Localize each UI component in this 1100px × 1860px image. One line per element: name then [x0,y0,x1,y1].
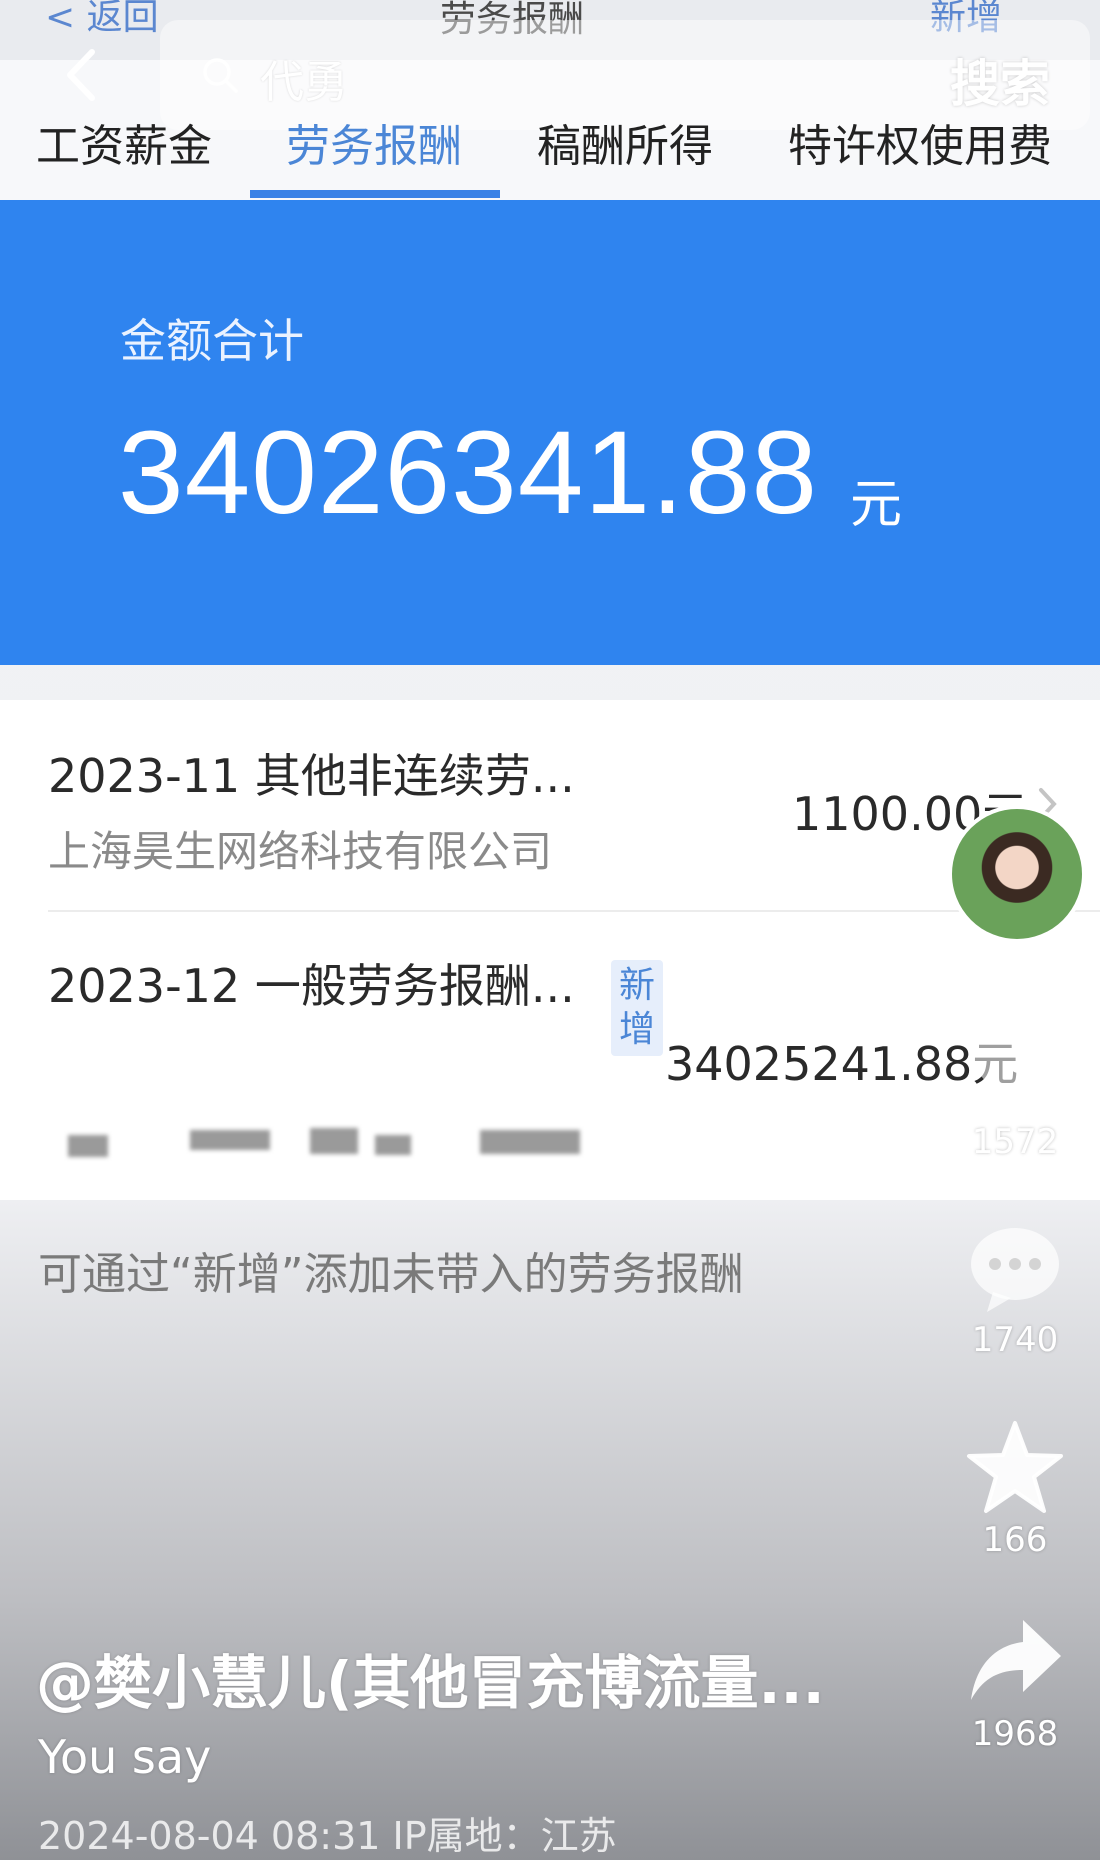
redacted-text [310,1128,358,1154]
record-title[interactable]: 2023-11 其他非连续劳... [48,740,575,806]
search-icon [203,58,238,93]
redacted-text [190,1130,270,1150]
redacted-text [480,1130,580,1154]
search-button[interactable]: 搜索 [950,44,1050,116]
tab-salary[interactable]: 工资薪金 [36,110,212,174]
total-label: 金额合计 [120,314,304,368]
post-caption: You say [38,1730,212,1784]
tab-labor-remuneration[interactable]: 劳务报酬 [286,110,462,174]
redacted-text [68,1135,108,1157]
heart-icon[interactable] [965,1020,1065,1120]
share-count: 1968 [971,1714,1059,1754]
total-amount: 34026341.88 [118,407,819,539]
share-icon[interactable] [965,1612,1065,1712]
row-divider [48,910,1100,912]
favorite-count: 166 [982,1520,1048,1560]
add-hint-text: 可通过“新增”添加未带入的劳务报酬 [38,1249,744,1300]
star-icon[interactable] [965,1418,1065,1518]
active-tab-indicator [250,190,500,198]
tab-author-remuneration[interactable]: 稿酬所得 [537,110,713,174]
total-summary-card: 金额合计 34026341.88 元 [0,200,1100,665]
search-input[interactable]: 代勇 [260,46,348,110]
like-count: 1572 [971,1122,1059,1162]
new-badge: 新增 [611,960,663,1056]
record-title[interactable]: 2023-12 一般劳务报酬... [48,950,575,1016]
back-chevron-icon[interactable] [52,40,122,110]
creator-avatar[interactable] [948,805,1086,943]
post-meta: 2024-08-04 08:31 IP属地：江苏 [38,1814,617,1858]
new-badge-text: 新增 [618,965,655,1050]
comment-icon[interactable] [965,1218,1065,1318]
post-author[interactable]: @樊小慧儿(其他冒充博流量... [36,1636,825,1720]
record-payer: 上海昊生网络科技有限公司 [48,827,553,876]
tab-royalties[interactable]: 特许权使用费 [788,110,1052,174]
total-unit: 元 [850,475,903,535]
redacted-text [375,1135,411,1155]
nav-back-link[interactable]: < 返回 [45,0,159,40]
comment-count: 1740 [971,1320,1059,1360]
